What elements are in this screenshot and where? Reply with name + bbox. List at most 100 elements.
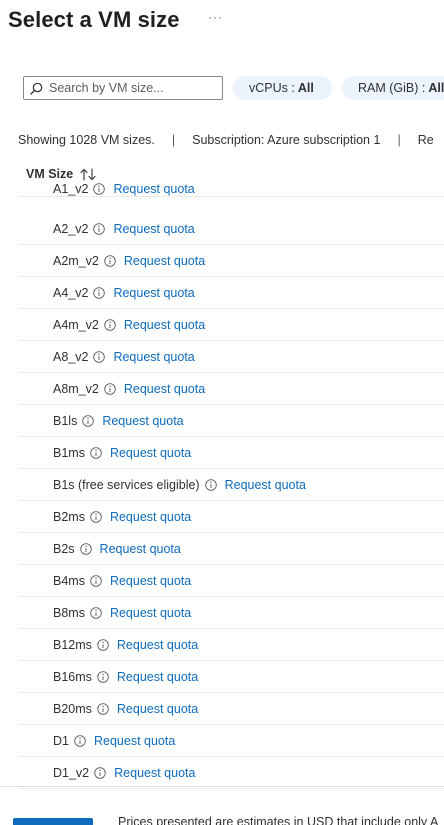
row-content: A2m_v2 Request quota	[53, 245, 205, 277]
column-header-label: VM Size	[26, 167, 74, 181]
info-icon[interactable]	[82, 415, 95, 427]
request-quota-link[interactable]: Request quota	[124, 318, 205, 332]
info-icon[interactable]	[79, 543, 92, 555]
table-row[interactable]: A8_v2 Request quota	[19, 341, 444, 373]
info-icon[interactable]	[104, 319, 116, 331]
vm-size-name: A4_v2	[53, 286, 89, 300]
vm-size-name: A4m_v2	[53, 318, 99, 332]
info-icon[interactable]	[94, 767, 106, 779]
info-icon[interactable]	[90, 575, 102, 587]
table-row[interactable]: A4_v2 Request quota	[19, 277, 444, 309]
request-quota-link[interactable]: Request quota	[113, 286, 194, 300]
table-row[interactable]: B12ms Request quota	[19, 629, 444, 661]
info-icon[interactable]	[97, 671, 109, 683]
vm-size-name: B1ms	[53, 446, 85, 460]
table-row[interactable]: B2s Request quota	[19, 533, 444, 565]
table-row[interactable]: A2_v2 Request quota	[19, 213, 444, 245]
table-row[interactable]: A2m_v2 Request quota	[19, 245, 444, 277]
info-icon[interactable]	[74, 735, 86, 747]
page-title: Select a VM size	[8, 7, 180, 32]
table-row[interactable]: B1ls Request quota	[19, 405, 444, 437]
info-icon[interactable]	[90, 607, 102, 619]
table-row[interactable]: A1_v2 Request quota	[19, 181, 444, 197]
row-content: B8ms Request quota	[53, 597, 191, 629]
table-row[interactable]: B20ms Request quota	[19, 693, 444, 725]
row-content: A8m_v2 Request quota	[53, 373, 205, 405]
table-row[interactable]: B16ms Request quota	[19, 661, 444, 693]
info-truncated: Re	[417, 133, 434, 147]
table-row[interactable]: A8m_v2 Request quota	[19, 373, 444, 405]
info-icon[interactable]	[90, 511, 102, 523]
request-quota-link[interactable]: Request quota	[113, 182, 194, 196]
info-icon[interactable]	[93, 183, 106, 195]
row-content: A4_v2 Request quota	[53, 277, 195, 309]
row-content: B2s Request quota	[53, 533, 181, 565]
vm-size-name: B8ms	[53, 606, 85, 620]
subscription-label: Subscription: Azure subscription 1	[192, 133, 381, 147]
vm-size-name: B1ls	[53, 414, 78, 428]
vm-size-name: B4ms	[53, 574, 85, 588]
vm-size-name: B12ms	[53, 638, 92, 652]
select-button[interactable]	[13, 818, 93, 825]
info-icon[interactable]	[93, 223, 106, 235]
vcpus-filter-value: All	[297, 81, 314, 95]
table-row[interactable]: D1 Request quota	[19, 725, 444, 757]
separator: |	[397, 133, 401, 147]
row-content: B20ms Request quota	[53, 693, 198, 725]
table-row[interactable]: A4m_v2 Request quota	[19, 309, 444, 341]
info-icon[interactable]	[104, 255, 116, 267]
request-quota-link[interactable]: Request quota	[100, 542, 181, 556]
row-content: A4m_v2 Request quota	[53, 309, 205, 341]
info-icon[interactable]	[204, 479, 217, 491]
request-quota-link[interactable]: Request quota	[110, 510, 191, 524]
table-row[interactable]: B1s (free services eligible) Request quot…	[19, 469, 444, 501]
request-quota-link[interactable]: Request quota	[114, 766, 195, 780]
info-icon[interactable]	[93, 287, 106, 299]
request-quota-link[interactable]: Request quota	[110, 606, 191, 620]
vm-size-name: A2m_v2	[53, 254, 99, 268]
sort-icon	[80, 167, 96, 181]
info-icon[interactable]	[104, 383, 116, 395]
request-quota-link[interactable]: Request quota	[113, 350, 194, 364]
row-content: B1ms Request quota	[53, 437, 191, 469]
ram-filter-value: All	[428, 81, 444, 95]
more-options-button[interactable]: ···	[208, 10, 223, 24]
request-quota-link[interactable]: Request quota	[113, 222, 194, 236]
vcpus-filter[interactable]: vCPUs : All	[233, 76, 332, 100]
request-quota-link[interactable]: Request quota	[124, 382, 205, 396]
search-icon	[30, 82, 43, 95]
search-box[interactable]	[23, 76, 223, 100]
vm-size-name: B2ms	[53, 510, 85, 524]
info-bar: Showing 1028 VM sizes. | Subscription: A…	[18, 133, 434, 147]
row-content: B16ms Request quota	[53, 661, 198, 693]
vm-size-picker: Select a VM size ··· vCPUs : All RAM (Gi…	[0, 0, 444, 825]
table-row[interactable]: B2ms Request quota	[19, 501, 444, 533]
request-quota-link[interactable]: Request quota	[102, 414, 183, 428]
request-quota-link[interactable]: Request quota	[117, 702, 198, 716]
column-header-vm-size[interactable]: VM Size	[26, 167, 96, 181]
request-quota-link[interactable]: Request quota	[94, 734, 175, 748]
ram-filter-label: RAM (GiB) :	[358, 81, 426, 95]
table-row[interactable]: B8ms Request quota	[19, 597, 444, 629]
request-quota-link[interactable]: Request quota	[124, 254, 205, 268]
row-content: B2ms Request quota	[53, 501, 191, 533]
row-content: A2_v2 Request quota	[53, 213, 195, 245]
info-icon[interactable]	[97, 639, 109, 651]
vcpus-filter-label: vCPUs :	[249, 81, 295, 95]
table-row[interactable]: B1ms Request quota	[19, 437, 444, 469]
row-content: D1 Request quota	[53, 725, 175, 757]
table-row[interactable]: D1_v2 Request quota	[19, 757, 444, 789]
ram-filter[interactable]: RAM (GiB) : All	[342, 76, 444, 100]
request-quota-link[interactable]: Request quota	[110, 446, 191, 460]
info-icon[interactable]	[90, 447, 102, 459]
pricing-note: Prices presented are estimates in USD th…	[118, 815, 439, 825]
vm-size-name: A1_v2	[53, 182, 89, 196]
info-icon[interactable]	[93, 351, 106, 363]
request-quota-link[interactable]: Request quota	[117, 638, 198, 652]
request-quota-link[interactable]: Request quota	[117, 670, 198, 684]
search-input[interactable]	[49, 81, 219, 95]
request-quota-link[interactable]: Request quota	[110, 574, 191, 588]
info-icon[interactable]	[97, 703, 109, 715]
table-row[interactable]: B4ms Request quota	[19, 565, 444, 597]
request-quota-link[interactable]: Request quota	[225, 478, 306, 492]
